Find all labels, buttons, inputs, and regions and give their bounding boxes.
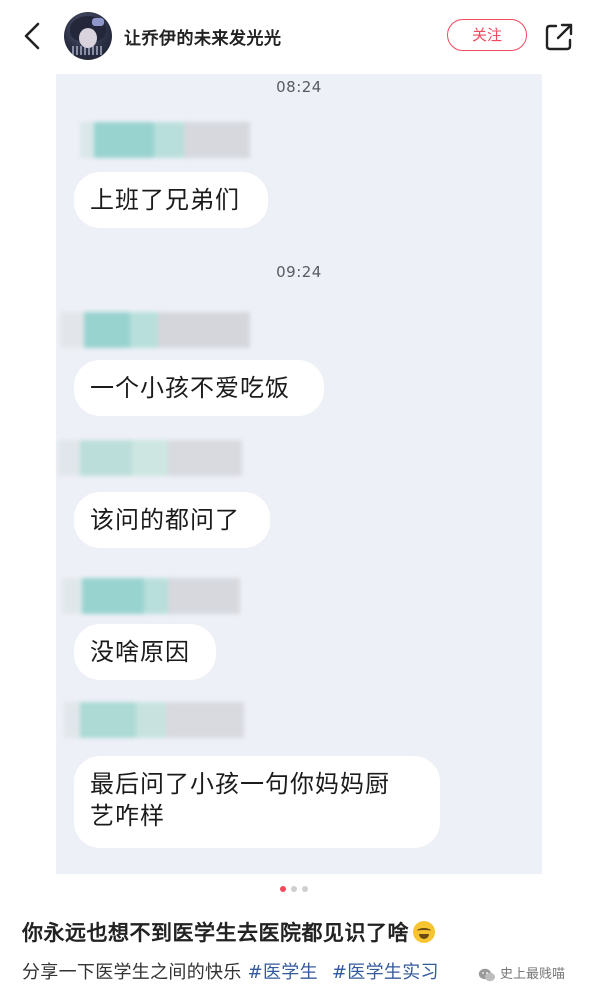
pager-dot[interactable] xyxy=(291,886,297,892)
face-with-tears-of-joy-icon xyxy=(413,921,435,943)
chevron-left-icon xyxy=(24,22,40,50)
message-bubble: 一个小孩不爱吃饭 xyxy=(74,360,324,416)
post-image[interactable]: 08:24 上班了兄弟们 09:24 一个小孩不爱吃饭 该问的都问了 没啥原因 … xyxy=(56,74,542,874)
blurred-sender-name xyxy=(64,702,244,738)
message-bubble: 没啥原因 xyxy=(74,624,216,680)
avatar[interactable] xyxy=(64,12,112,60)
hashtag-link[interactable]: #医学生 xyxy=(248,962,318,983)
follow-button[interactable]: 关注 xyxy=(447,19,527,51)
watermark: 史上最贱喵 xyxy=(478,963,594,987)
post-title-text: 你永远也想不到医学生去医院都见识了啥 xyxy=(22,921,409,945)
blurred-sender-name xyxy=(80,122,250,158)
back-button[interactable] xyxy=(16,18,52,54)
share-button[interactable] xyxy=(541,19,577,55)
message-bubble: 该问的都问了 xyxy=(74,492,270,548)
pager-dot-active[interactable] xyxy=(280,886,286,892)
post-body: 分享一下医学生之间的快乐 #医学生 #医学生实习 xyxy=(22,958,439,984)
message-bubble: 上班了兄弟们 xyxy=(74,172,268,228)
message-text-line: 最后问了小孩一句你妈妈厨 xyxy=(90,770,390,798)
wechat-icon xyxy=(478,968,495,982)
post-title: 你永远也想不到医学生去医院都见识了啥 xyxy=(22,917,435,947)
blurred-sender-name xyxy=(58,440,242,476)
top-bar: 让乔伊的未来发光光 关注 xyxy=(0,0,599,74)
hashtag-link[interactable]: #医学生实习 xyxy=(332,962,439,983)
pager-dot[interactable] xyxy=(302,886,308,892)
watermark-text: 史上最贱喵 xyxy=(500,967,566,982)
blurred-sender-name xyxy=(62,578,240,614)
timestamp: 08:24 xyxy=(276,78,322,96)
blurred-sender-name xyxy=(60,312,250,348)
post-body-text: 分享一下医学生之间的快乐 xyxy=(22,962,242,983)
timestamp: 09:24 xyxy=(276,263,322,281)
share-icon xyxy=(545,23,573,51)
message-text-line: 艺咋样 xyxy=(90,802,165,830)
author-name[interactable]: 让乔伊的未来发光光 xyxy=(124,24,282,49)
message-bubble: 最后问了小孩一句你妈妈厨 艺咋样 xyxy=(74,756,440,848)
